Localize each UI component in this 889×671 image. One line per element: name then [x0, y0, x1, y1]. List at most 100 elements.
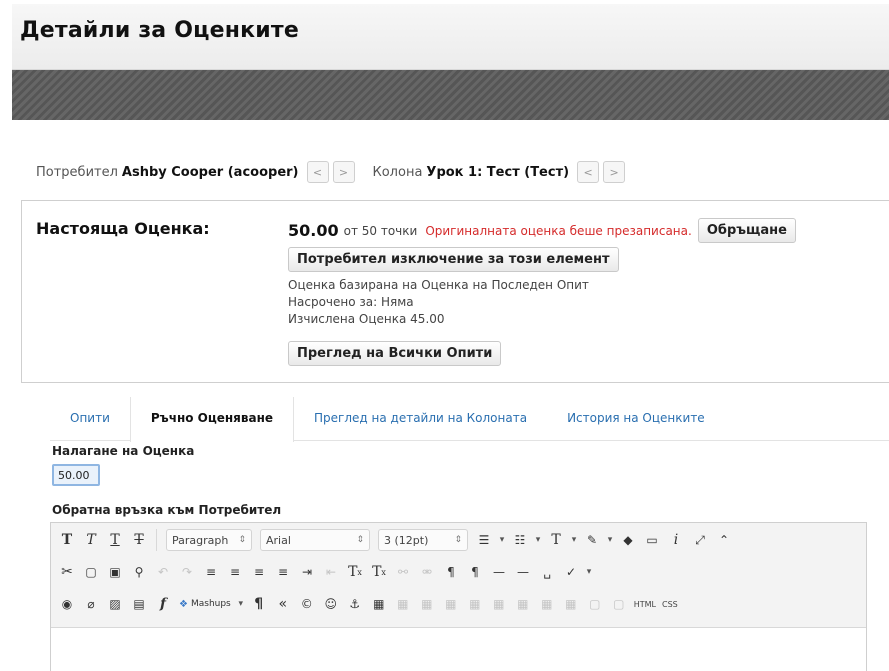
toolbar-row-3: ◉ ⌀ ▨ ▤ f ❖ Mashups ▾ ¶ « © ☺ ⚓ ▦ ▦ ▦ ▦ ▦…	[55, 589, 681, 619]
mashups-icon: ❖	[179, 598, 188, 610]
font-family-select[interactable]: Arial ⇕	[260, 529, 370, 551]
paste-icon[interactable]: ▣	[103, 560, 127, 584]
indent-icon[interactable]: ⇥	[295, 560, 319, 584]
chevron-down-icon[interactable]: ▾	[604, 528, 616, 552]
toolbar-row-2: ✂ ▢ ▣ ⚲ ↶ ↷ ≡ ≡ ≡ ≡ ⇥ ⇤ Tx Tx ⚯ ⚮ ¶ ¶ — …	[55, 557, 595, 587]
css-button[interactable]: CSS	[659, 600, 681, 609]
format-select-value: Paragraph	[172, 533, 229, 547]
tab-column-details[interactable]: Преглед на детайли на Колоната	[294, 397, 547, 441]
split-cells-icon[interactable]: ▢	[583, 592, 607, 616]
grade-detail-tabs: Опити Ръчно Оценяване Преглед на детайли…	[50, 397, 889, 442]
user-name: Ashby Cooper (acooper)	[121, 164, 299, 180]
title-band: Детайли за Оценките	[12, 4, 889, 70]
nonbreaking-line-icon[interactable]: —	[511, 560, 535, 584]
math-formula-icon[interactable]: f	[151, 592, 175, 616]
collapse-toolbar-icon[interactable]: ⌃	[712, 528, 736, 552]
toolbar-row-1: T T T T Paragraph ⇕ Arial ⇕ 3 (12pt) ⇕ ☰ ▾ …	[55, 525, 736, 555]
exempt-user-button[interactable]: Потребител изключение за този елемент	[288, 247, 619, 272]
find-icon[interactable]: ⚲	[127, 560, 151, 584]
info-icon[interactable]: i	[664, 528, 688, 552]
nonbreaking-space-icon[interactable]: ␣	[535, 560, 559, 584]
bullet-list-icon[interactable]: ☰	[472, 528, 496, 552]
chevron-down-icon[interactable]: ▾	[532, 528, 544, 552]
format-select[interactable]: Paragraph ⇕	[166, 529, 252, 551]
eraser-icon[interactable]: ◆	[616, 528, 640, 552]
insert-media-icon[interactable]: ▤	[127, 592, 151, 616]
justify-icon[interactable]: ≡	[271, 560, 295, 584]
font-size-select[interactable]: 3 (12pt) ⇕	[378, 529, 468, 551]
grade-basis-text: Оценка базирана на Оценка на Последен Оп…	[288, 278, 589, 292]
anchor-icon[interactable]: ⚓	[343, 592, 367, 616]
points-possible: от 50 точки	[343, 223, 418, 238]
copy-icon[interactable]: ▢	[79, 560, 103, 584]
grade-value: 50.00	[288, 221, 339, 240]
chevron-down-icon[interactable]: ▾	[583, 560, 595, 584]
outdent-icon[interactable]: ⇤	[319, 560, 343, 584]
underline-icon[interactable]: T	[103, 528, 127, 552]
previous-user-button[interactable]: <	[306, 161, 329, 183]
mashups-label: Mashups	[190, 599, 231, 609]
ltr-direction-icon[interactable]: ¶	[439, 560, 463, 584]
next-user-button[interactable]: >	[332, 161, 355, 183]
feedback-label: Обратна връзка към Потребител	[52, 503, 282, 517]
table-cell-props-icon[interactable]: ▦	[415, 592, 439, 616]
emoticon-icon[interactable]: ☺	[319, 592, 343, 616]
table-row-props-icon[interactable]: ▦	[391, 592, 415, 616]
attach-file-icon[interactable]: ⌀	[79, 592, 103, 616]
paragraph-mark-icon[interactable]: ¶	[247, 592, 271, 616]
subscript-icon[interactable]: Tx	[367, 560, 391, 584]
column-label: Колона	[372, 164, 423, 180]
link-icon[interactable]: ⚯	[391, 560, 415, 584]
page-title: Детайли за Оценките	[20, 18, 299, 43]
align-center-icon[interactable]: ≡	[223, 560, 247, 584]
delete-col-icon[interactable]: ▦	[559, 592, 583, 616]
insert-row-before-icon[interactable]: ▦	[439, 592, 463, 616]
insert-row-after-icon[interactable]: ▦	[463, 592, 487, 616]
align-left-icon[interactable]: ≡	[199, 560, 223, 584]
italic-icon[interactable]: T	[79, 528, 103, 552]
tab-manual-override[interactable]: Ръчно Оценяване	[129, 397, 295, 442]
insert-table-icon[interactable]: ▦	[367, 592, 391, 616]
merge-cells-icon[interactable]: ▢	[607, 592, 631, 616]
chevron-down-icon[interactable]: ▾	[235, 592, 247, 616]
insert-image-icon[interactable]: ▨	[103, 592, 127, 616]
tab-grade-history[interactable]: История на Оценките	[547, 397, 725, 441]
grade-line: 50.00 от 50 точки Оригиналната оценка бе…	[288, 218, 796, 243]
next-column-button[interactable]: >	[603, 161, 626, 183]
record-navigation: Потребител Ashby Cooper (acooper) < > Ко…	[36, 160, 629, 184]
text-color-icon[interactable]: T	[544, 528, 568, 552]
highlight-pen-icon[interactable]: ✎	[580, 528, 604, 552]
bold-icon[interactable]: T	[55, 528, 79, 552]
redo-icon[interactable]: ↷	[175, 560, 199, 584]
spellcheck-icon[interactable]: ✓	[559, 560, 583, 584]
previous-column-button[interactable]: <	[577, 161, 600, 183]
mashups-menu[interactable]: ❖ Mashups	[175, 592, 235, 616]
unlink-icon[interactable]: ⚮	[415, 560, 439, 584]
undo-icon[interactable]: ↶	[151, 560, 175, 584]
insert-col-after-icon[interactable]: ▦	[535, 592, 559, 616]
strikethrough-icon[interactable]: T	[127, 528, 151, 552]
insert-col-before-icon[interactable]: ▦	[511, 592, 535, 616]
cut-icon[interactable]: ✂	[55, 560, 79, 584]
view-all-attempts-button[interactable]: Преглед на Всички Опити	[288, 341, 502, 366]
rtl-direction-icon[interactable]: ¶	[463, 560, 487, 584]
chevron-down-icon[interactable]: ▾	[496, 528, 508, 552]
preview-icon[interactable]: ▭	[640, 528, 664, 552]
revert-button[interactable]: Обръщане	[697, 218, 796, 243]
superscript-icon[interactable]: Tx	[343, 560, 367, 584]
html-source-button[interactable]: HTML	[631, 600, 659, 609]
blockquote-icon[interactable]: «	[271, 592, 295, 616]
fullscreen-icon[interactable]: ⤢	[688, 528, 712, 552]
horizontal-rule-icon[interactable]: —	[487, 560, 511, 584]
chevron-down-icon[interactable]: ▾	[568, 528, 580, 552]
numbered-list-icon[interactable]: ☷	[508, 528, 532, 552]
override-grade-input[interactable]	[52, 464, 100, 486]
tab-attempts[interactable]: Опити	[50, 397, 130, 441]
align-right-icon[interactable]: ≡	[247, 560, 271, 584]
delete-row-icon[interactable]: ▦	[487, 592, 511, 616]
copyright-icon[interactable]: ©	[295, 592, 319, 616]
record-icon[interactable]: ◉	[55, 592, 79, 616]
font-select-value: Arial	[266, 533, 291, 547]
feedback-text-area[interactable]	[51, 627, 866, 671]
select-arrow-icon: ⇕	[454, 535, 462, 545]
